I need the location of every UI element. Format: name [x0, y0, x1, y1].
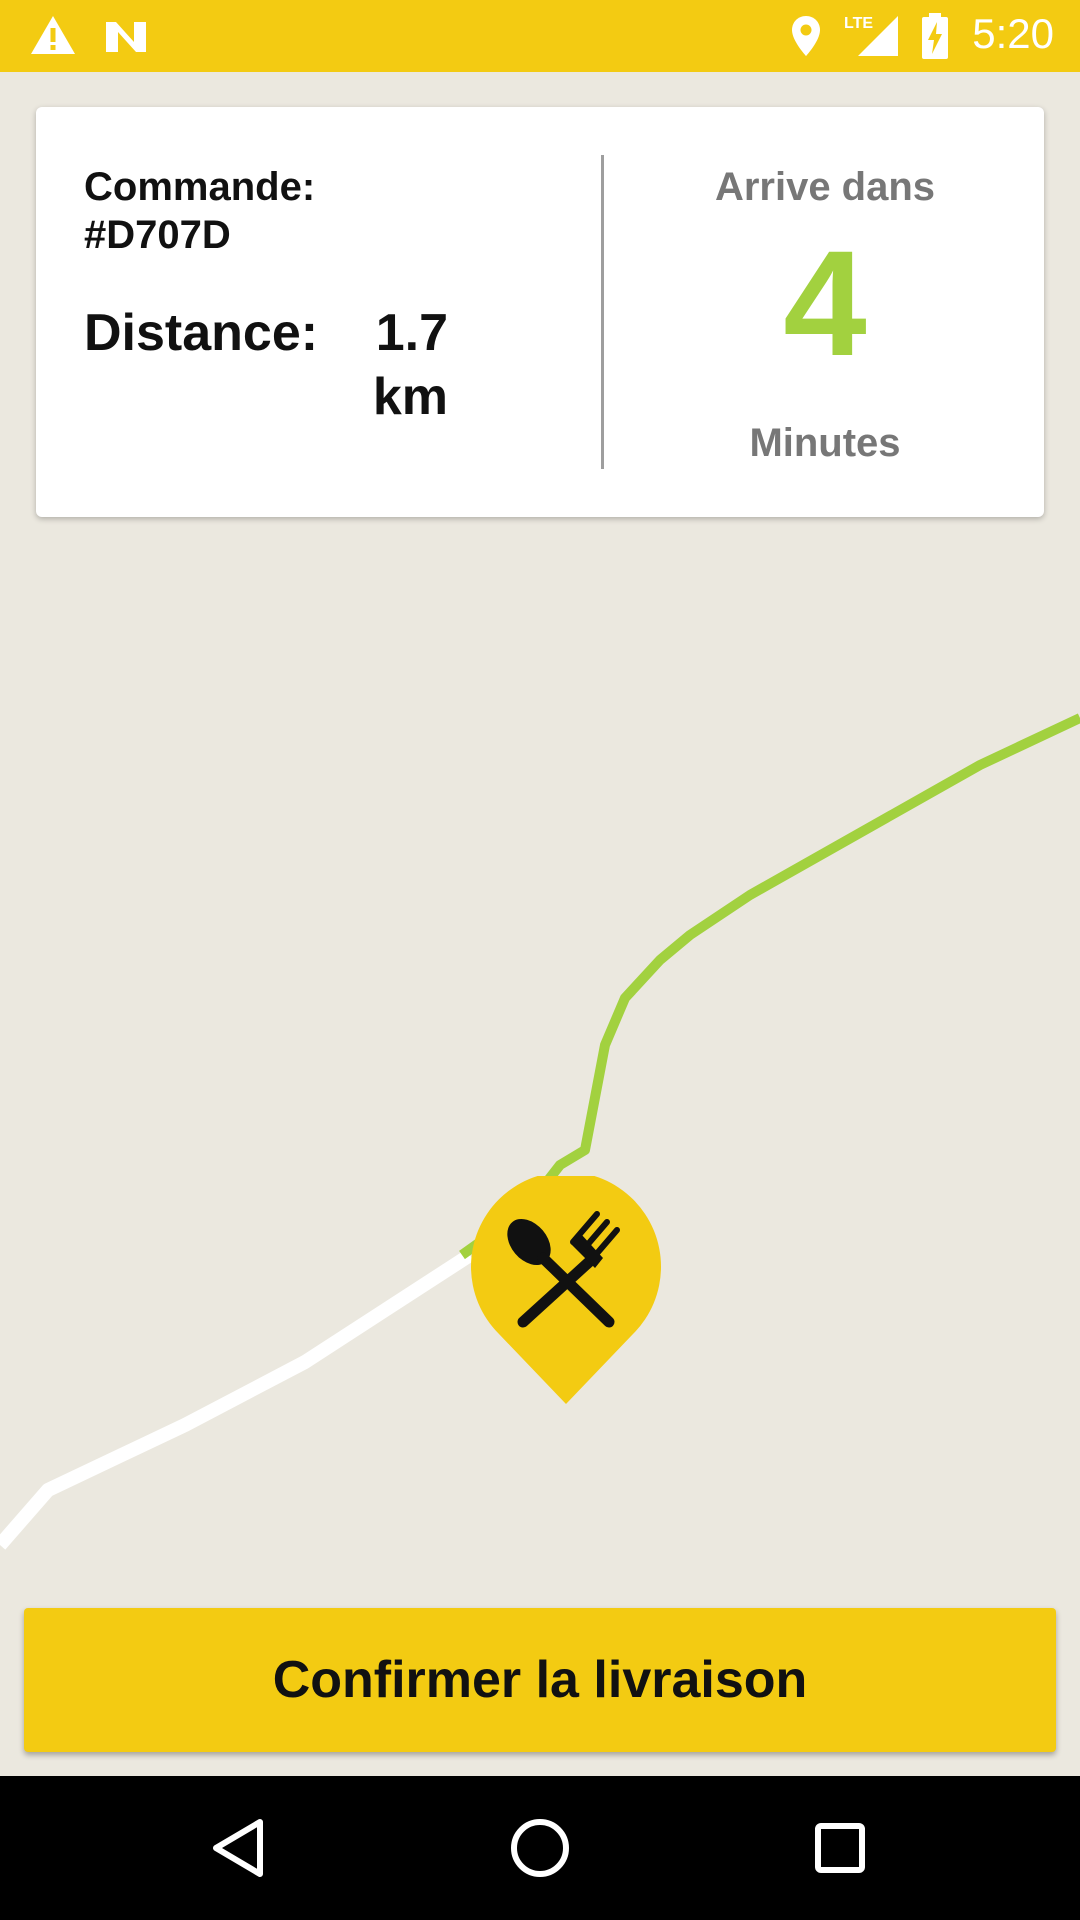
order-number: #D707D: [84, 213, 231, 257]
confirm-delivery-button[interactable]: Confirmer la livraison: [24, 1608, 1056, 1752]
distance-value: 1.7 km: [372, 304, 448, 426]
status-bar: LTE 5:20: [0, 0, 1080, 72]
warning-icon: [31, 16, 75, 54]
arrival-unit: Minutes: [749, 421, 901, 465]
back-icon[interactable]: [200, 1808, 280, 1888]
order-label: Commande:: [84, 165, 316, 209]
lte-signal-icon: LTE: [844, 15, 898, 56]
arrival-minutes-value: 4: [783, 219, 867, 387]
svg-text:LTE: LTE: [844, 15, 873, 32]
home-icon[interactable]: [500, 1808, 580, 1888]
battery-charging-icon: [922, 13, 948, 59]
location-icon: [792, 16, 820, 56]
road-line: [0, 1249, 474, 1550]
distance-label: Distance:: [84, 304, 319, 362]
order-info-card: Commande: #D707D Distance: 1.7 km Arrive…: [36, 107, 1044, 517]
route-line: [459, 713, 1080, 1260]
recents-icon[interactable]: [800, 1808, 880, 1888]
navigation-bar: [0, 1776, 1080, 1920]
card-divider: [601, 155, 604, 469]
notification-n-icon: [106, 22, 146, 52]
restaurant-marker[interactable]: [471, 1176, 661, 1406]
arrival-label: Arrive dans: [714, 165, 936, 209]
status-time: 5:20: [972, 10, 1054, 57]
